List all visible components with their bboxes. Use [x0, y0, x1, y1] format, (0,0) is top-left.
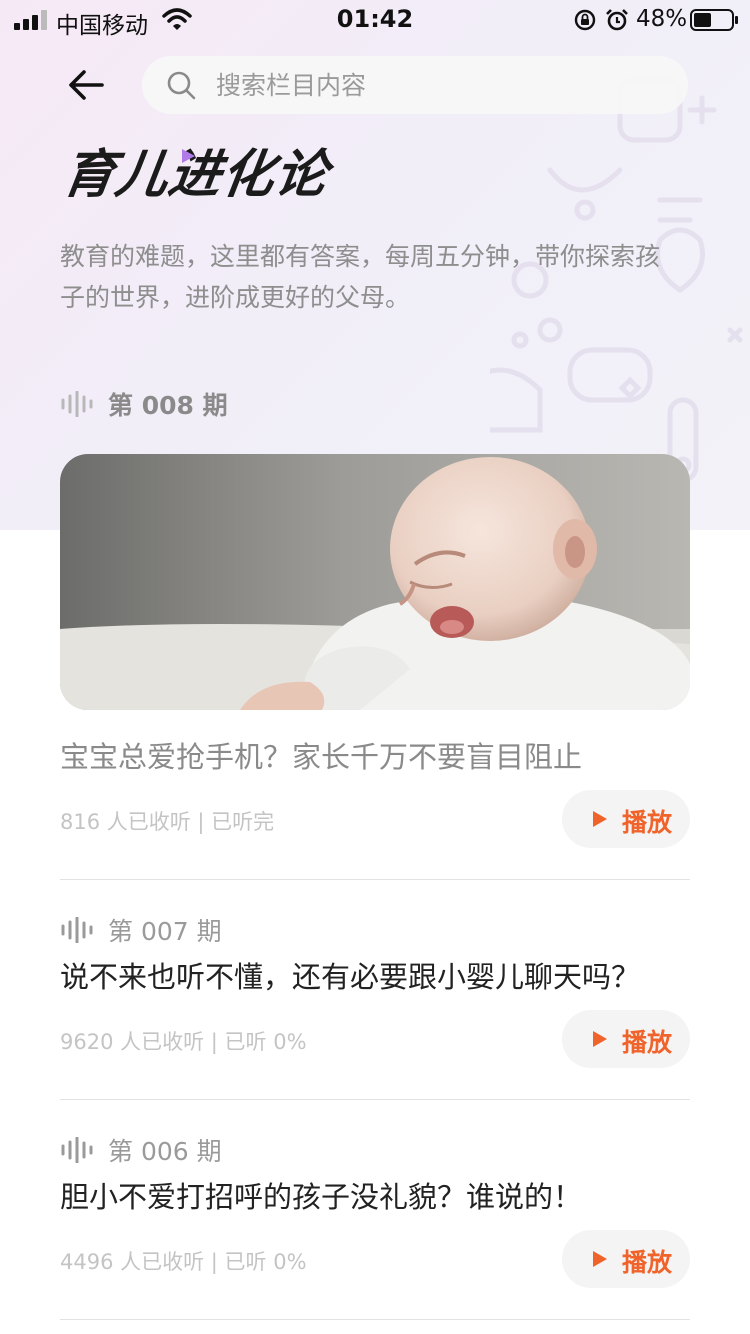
episode-listen-stats: 9620 人已收听 | 已听 0% [60, 1030, 307, 1054]
episode-title[interactable]: 胆小不爱打招呼的孩子没礼貌？谁说的！ [60, 1174, 700, 1216]
search-icon [167, 71, 196, 100]
episode-cover-image[interactable] [60, 454, 690, 710]
status-bar: 中国移动 01:42 48% [0, 0, 750, 40]
arrow-left-icon [69, 70, 104, 100]
episode-issue-number: 第 008 期 [108, 391, 228, 420]
audio-wave-icon [61, 1137, 93, 1163]
audio-wave-icon [61, 917, 93, 943]
play-icon [593, 1031, 607, 1047]
audio-wave-icon [61, 391, 93, 417]
episode-listen-stats: 816 人已收听 | 已听完 [60, 810, 275, 834]
battery-icon [690, 9, 738, 31]
episode-title[interactable]: 说不来也听不懂，还有必要跟小婴儿聊天吗？ [60, 954, 700, 996]
search-bar[interactable] [142, 56, 688, 114]
battery-percent: 48% [636, 6, 688, 32]
episode-title[interactable]: 宝宝总爱抢手机？家长千万不要盲目阻止 [60, 734, 700, 776]
play-button-label: 播放 [622, 1248, 673, 1277]
episode-issue-number: 第 007 期 [108, 917, 222, 946]
episode-issue-label: 第 007 期 [60, 913, 222, 947]
divider [60, 1319, 690, 1320]
play-triangle-icon [182, 149, 195, 163]
orientation-lock-icon [574, 9, 596, 31]
search-input[interactable] [216, 64, 656, 106]
column-description: 教育的难题，这里都有答案，每周五分钟，带你探索孩子的世界，进阶成更好的父母。 [60, 242, 661, 312]
play-button-label: 播放 [622, 1028, 673, 1057]
crying-baby-photo [60, 454, 690, 710]
alarm-icon [606, 9, 628, 31]
episode-issue-label: 第 008 期 [60, 387, 228, 421]
play-button[interactable]: 播放 [562, 1010, 690, 1068]
episode-listen-stats: 4496 人已收听 | 已听 0% [60, 1250, 307, 1274]
divider [60, 1099, 690, 1100]
divider [60, 879, 690, 880]
episode-issue-label: 第 006 期 [60, 1133, 222, 1167]
episode-issue-number: 第 006 期 [108, 1137, 222, 1166]
play-button-label: 播放 [622, 808, 673, 837]
play-icon [593, 811, 607, 827]
column-title: 育儿进化论 [58, 145, 333, 205]
play-icon [593, 1251, 607, 1267]
play-button[interactable]: 播放 [562, 1230, 690, 1288]
back-button[interactable] [62, 62, 112, 108]
play-button[interactable]: 播放 [562, 790, 690, 848]
